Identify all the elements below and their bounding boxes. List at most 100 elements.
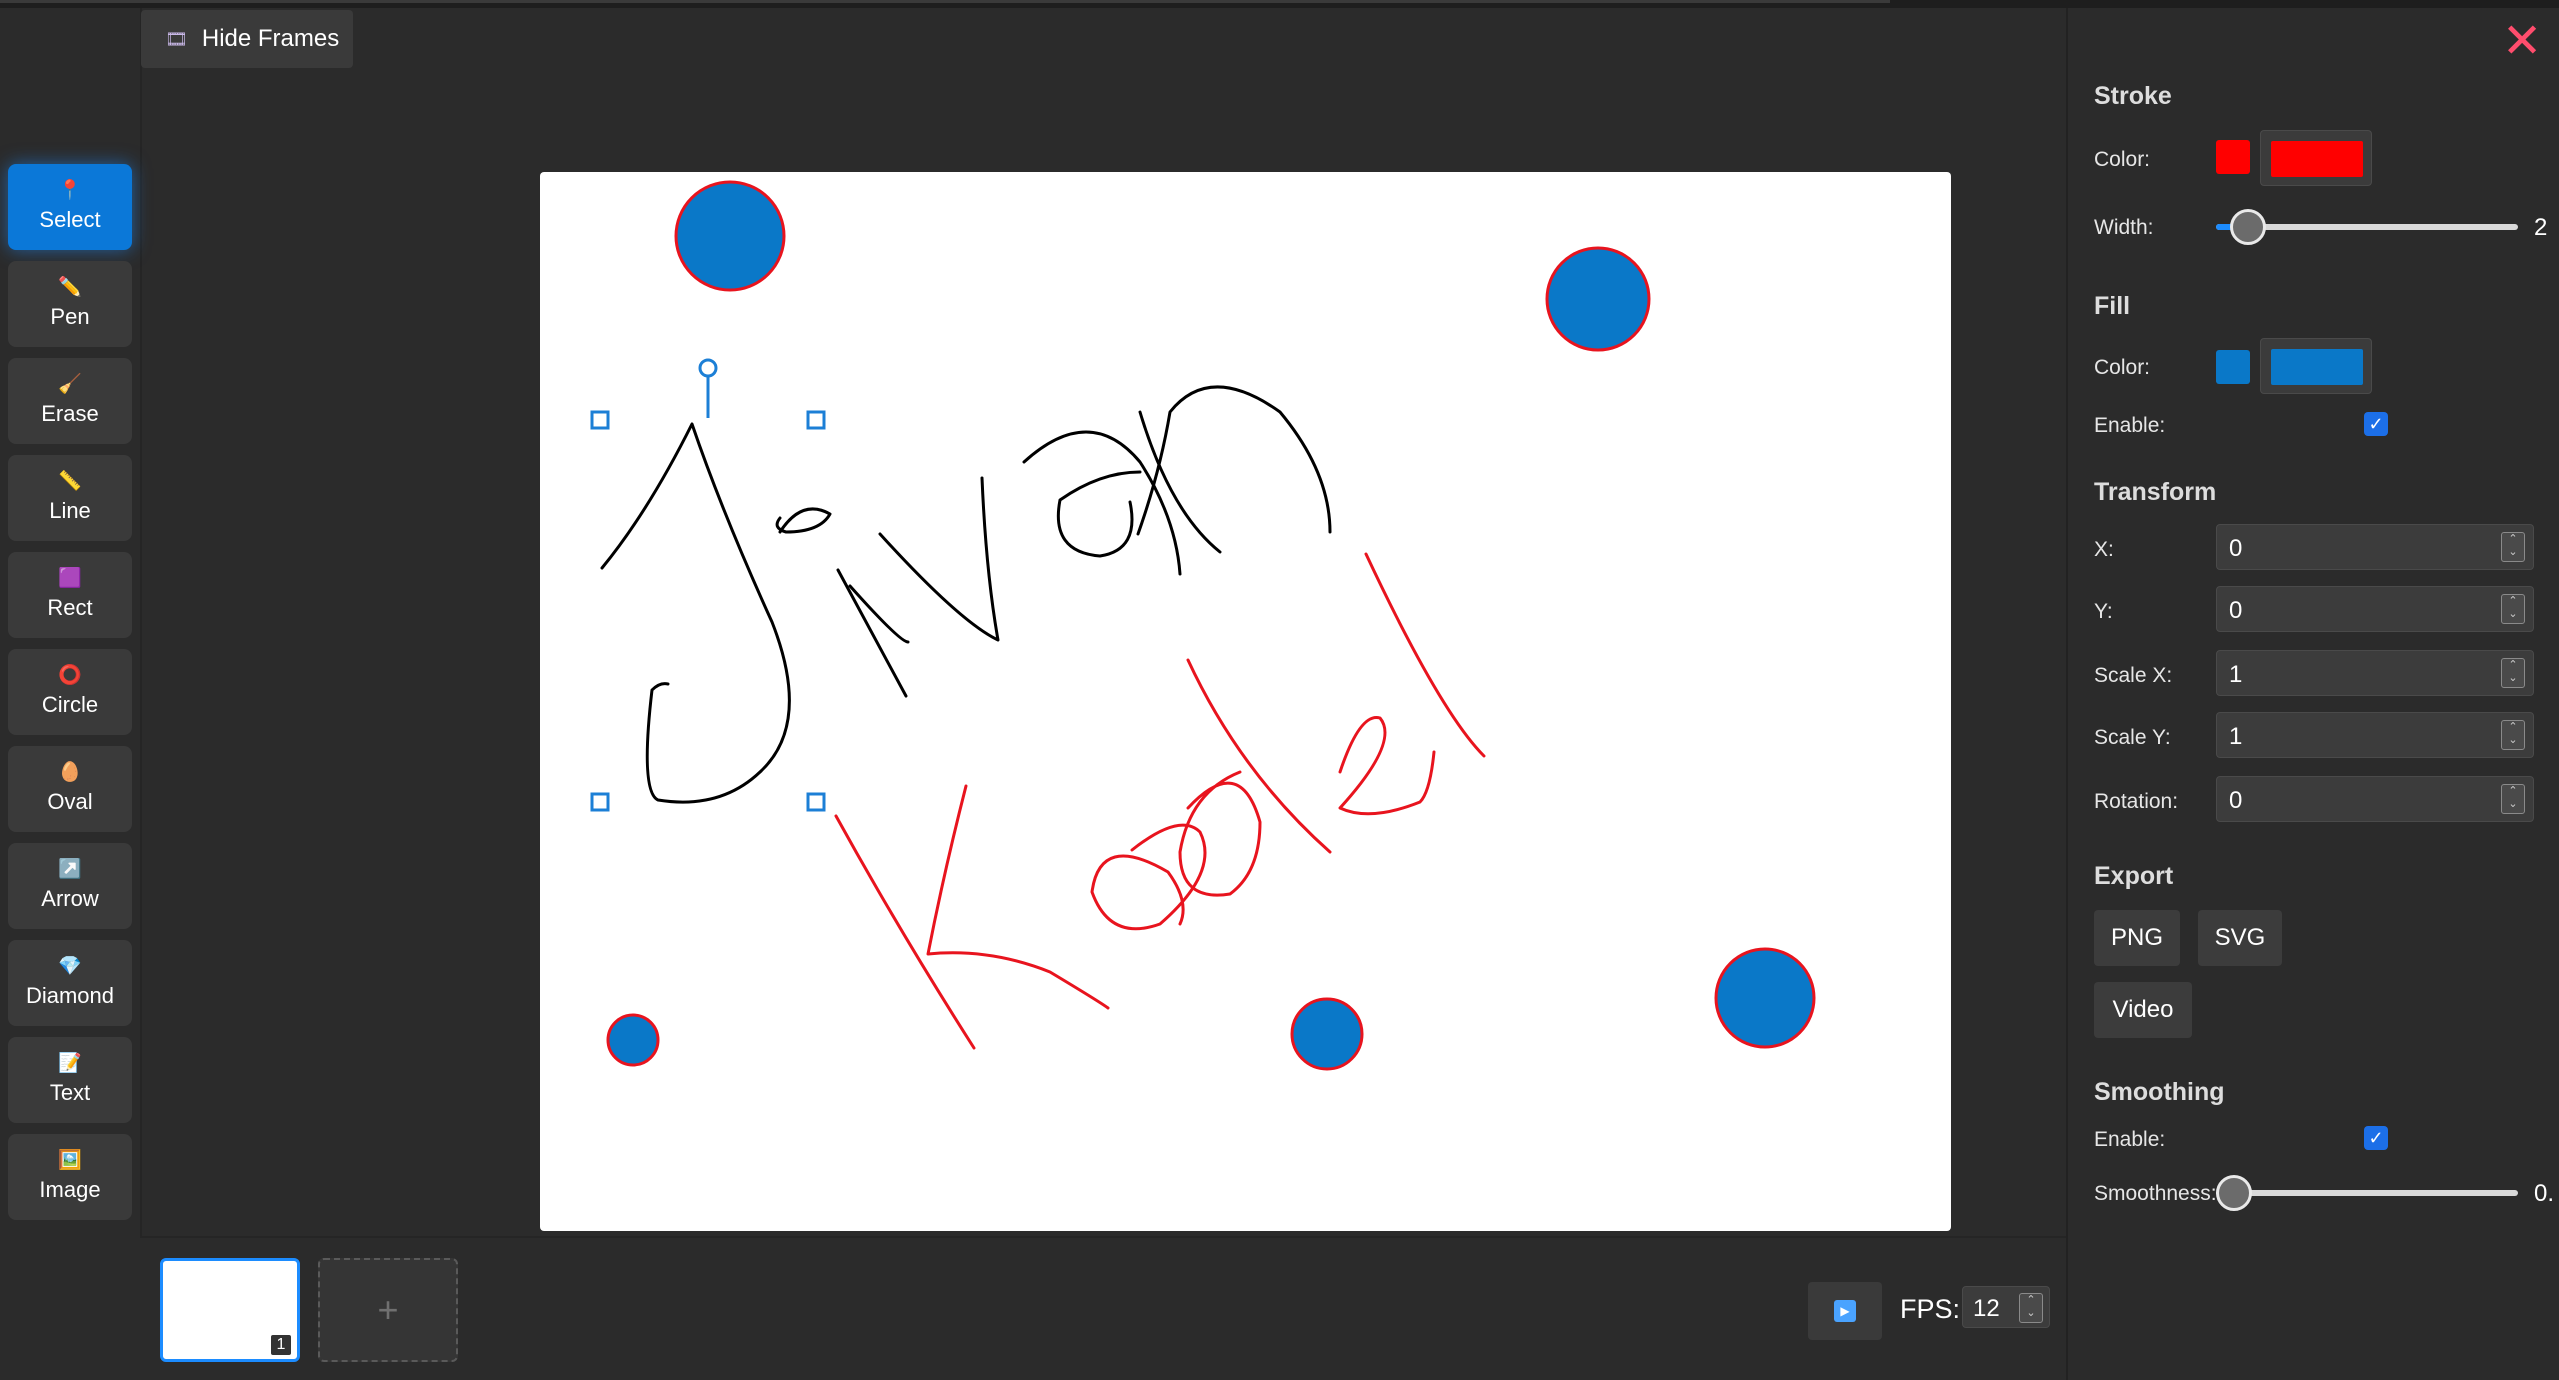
fill-section-title: Fill [2094,292,2131,320]
circle-shape[interactable] [1290,997,1364,1071]
tool-label: Pen [50,304,90,329]
x-input[interactable]: 0 ⌃ ⌄ [2216,524,2534,570]
fps-stepper[interactable]: ⌃ ⌄ [2019,1293,2043,1323]
tool-erase-button[interactable]: 🧹 Erase [8,358,132,444]
tool-select-button[interactable]: 📍 Select [8,164,132,250]
tool-rect-button[interactable]: 🟪 Rect [8,552,132,638]
tool-label: Diamond [25,983,115,1008]
x-stepper[interactable]: ⌃ ⌄ [2501,532,2525,562]
scale-x-input[interactable]: 1 ⌃ ⌄ [2216,650,2534,696]
play-icon: ▶ [1834,1300,1856,1322]
rotation-label: Rotation: [2094,790,2179,813]
diamond-icon: 💎 [58,956,82,977]
handwriting-jivan[interactable] [600,385,1332,804]
rotation-value: 0 [2229,787,2243,814]
y-label: Y: [2094,600,2113,623]
handwriting-kadel[interactable] [834,552,1486,1050]
tool-circle-button[interactable]: ⭕ Circle [8,649,132,735]
circle-shape[interactable] [1714,947,1816,1049]
smoothness-value: 0. [2534,1180,2555,1207]
close-icon[interactable]: ✕ [2502,18,2542,66]
export-svg-button[interactable]: SVG [2198,910,2282,966]
drawing-canvas[interactable] [540,172,1951,1231]
stroke-width-slider[interactable] [2216,209,2518,245]
main-workspace [140,8,2066,1236]
scale-y-label: Scale Y: [2094,726,2171,749]
scale-x-value: 1 [2229,661,2243,688]
add-frame-label: + [377,1289,399,1330]
play-button[interactable]: ▶ [1808,1282,1882,1340]
image-icon: 🖼️ [58,1150,82,1171]
tool-text-button[interactable]: 📝 Text [8,1037,132,1123]
line-icon: 📏 [58,471,82,492]
tool-label: Rect [47,595,93,620]
scale-y-stepper[interactable]: ⌃ ⌄ [2501,720,2525,750]
tool-label: Line [49,498,91,523]
tool-line-button[interactable]: 📏 Line [8,455,132,541]
y-input[interactable]: 0 ⌃ ⌄ [2216,586,2534,632]
smoothness-slider[interactable] [2216,1175,2518,1211]
slider-thumb[interactable] [2230,209,2266,245]
fps-input[interactable]: 12 ⌃ ⌄ [1962,1286,2050,1328]
top-progress-bar [0,0,2559,8]
canvas-drawing[interactable] [540,172,1951,1231]
smoothing-enable-label: Enable: [2094,1128,2166,1151]
y-stepper[interactable]: ⌃ ⌄ [2501,594,2525,624]
fill-enable-label: Enable: [2094,414,2166,437]
stroke-color-label: Color: [2094,148,2151,171]
smoothness-label: Smoothness: [2094,1182,2217,1205]
export-section-title: Export [2094,862,2174,890]
scale-y-input[interactable]: 1 ⌃ ⌄ [2216,712,2534,758]
tool-label: Arrow [41,886,99,911]
circle-shape[interactable] [1545,246,1651,352]
scale-x-stepper[interactable]: ⌃ ⌄ [2501,658,2525,688]
export-video-button[interactable]: Video [2094,982,2192,1038]
tool-sidebar: 📍 Select ✏️ Pen 🧹 Erase 📏 Line 🟪 Rect ⭕ Circle 🥚 Oval… [0,8,140,1380]
pencil-icon: ✏️ [58,277,82,298]
add-frame-button[interactable]: + [318,1258,458,1362]
broom-icon: 🧹 [58,374,82,395]
smoothing-section-title: Smoothing [2094,1078,2225,1106]
circle-shape[interactable] [674,180,786,292]
tool-image-button[interactable]: 🖼️ Image [8,1134,132,1220]
frame-number: 1 [271,1335,291,1355]
tool-diamond-button[interactable]: 💎 Diamond [8,940,132,1026]
arrow-icon: ↗️ [58,859,82,880]
pin-icon: 📍 [58,180,82,201]
scale-x-label: Scale X: [2094,664,2173,687]
app-window: 🎞 Hide Frames 📍 Select ✏️ Pen 🧹 Erase 📏 Line 🟪 Re… [0,0,2559,1380]
stroke-color-picker[interactable] [2260,130,2372,186]
tool-label: Erase [41,401,99,426]
square-icon: 🟪 [58,568,82,589]
x-value: 0 [2229,535,2243,562]
rotation-stepper[interactable]: ⌃ ⌄ [2501,784,2525,814]
export-png-button[interactable]: PNG [2094,910,2180,966]
fill-enable-checkbox[interactable]: ✓ [2364,412,2388,436]
fill-color-swatch [2216,350,2250,384]
tool-oval-button[interactable]: 🥚 Oval [8,746,132,832]
hide-frames-button[interactable]: 🎞 Hide Frames [141,10,353,68]
slider-thumb[interactable] [2216,1175,2252,1211]
fill-color-label: Color: [2094,356,2151,379]
scale-y-value: 1 [2229,723,2243,750]
frame-thumbnail[interactable]: 1 [160,1258,300,1362]
fps-value: 12 [1973,1295,2000,1322]
fill-color-picker[interactable] [2260,338,2372,394]
smoothing-enable-checkbox[interactable]: ✓ [2364,1126,2388,1150]
text-icon: 📝 [58,1053,82,1074]
stroke-width-label: Width: [2094,216,2154,239]
x-label: X: [2094,538,2114,561]
circle-icon: ⭕ [58,665,82,686]
tool-label: Select [39,207,101,232]
frames-bar: 1 + ▶ FPS: 12 ⌃ ⌄ [140,1236,2066,1380]
film-icon: 🎞 [165,28,188,49]
tool-pen-button[interactable]: ✏️ Pen [8,261,132,347]
selection-handles[interactable] [590,358,826,812]
circle-shape[interactable] [606,1013,660,1067]
tool-arrow-button[interactable]: ↗️ Arrow [8,843,132,929]
egg-icon: 🥚 [58,762,82,783]
rotation-input[interactable]: 0 ⌃ ⌄ [2216,776,2534,822]
y-value: 0 [2229,597,2243,624]
tool-label: Oval [47,789,93,814]
tool-label: Circle [41,692,99,717]
